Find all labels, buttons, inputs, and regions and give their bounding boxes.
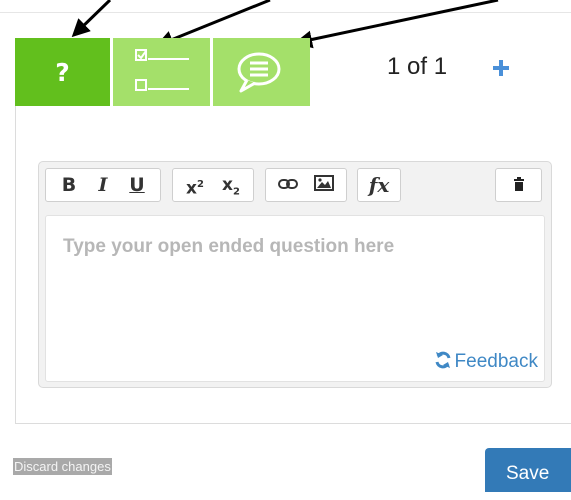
current-question-number: 1: [387, 53, 401, 80]
counter-of-label: of: [407, 53, 428, 80]
underline-button[interactable]: U: [122, 169, 152, 201]
arrow-to-feedback-tab: [294, 0, 499, 49]
image-button[interactable]: [308, 169, 340, 201]
bold-button[interactable]: B: [54, 169, 84, 201]
text-format-group: B I U: [45, 168, 161, 202]
question-text-area[interactable]: Type your open ended question here Feedb…: [45, 215, 545, 382]
subscript-mark: 2: [233, 186, 240, 198]
tab-feedback[interactable]: [213, 38, 310, 106]
tab-question[interactable]: ?: [15, 38, 110, 106]
question-icon: ?: [55, 58, 70, 87]
rich-text-editor: B I U x2 x2 fx Type your open ended ques…: [38, 161, 552, 388]
image-icon: [314, 175, 334, 191]
save-button[interactable]: Save: [485, 448, 571, 492]
trash-icon: [513, 177, 524, 191]
checklist-icon: [135, 49, 189, 91]
add-question-button[interactable]: [491, 50, 511, 83]
tab-answers[interactable]: [113, 38, 210, 106]
total-questions-number: 1: [433, 53, 448, 80]
link-button[interactable]: [272, 169, 304, 201]
formula-group: fx: [357, 168, 401, 202]
subscript-label: x: [222, 175, 233, 195]
italic-button[interactable]: I: [88, 169, 118, 201]
question-counter: 1 of 1: [387, 53, 447, 81]
plus-icon: [493, 60, 509, 76]
feedback-link-label: Feedback: [454, 351, 538, 372]
speech-bubble-icon: [237, 52, 281, 93]
question-placeholder: Type your open ended question here: [63, 236, 395, 257]
arrow-to-question-tab: [71, 0, 112, 38]
delete-group: [495, 168, 542, 202]
superscript-label: x: [186, 178, 197, 199]
feedback-link[interactable]: Feedback: [434, 351, 538, 373]
refresh-icon: [435, 351, 451, 369]
subscript-button[interactable]: x2: [215, 169, 247, 201]
superscript-mark: 2: [197, 179, 204, 190]
formula-button[interactable]: fx: [362, 169, 396, 201]
discard-changes-button[interactable]: Discard changes: [13, 458, 112, 475]
delete-button[interactable]: [502, 169, 535, 201]
script-group: x2 x2: [172, 168, 254, 202]
superscript-button[interactable]: x2: [179, 169, 211, 201]
link-icon: [278, 179, 298, 189]
insert-group: [265, 168, 347, 202]
